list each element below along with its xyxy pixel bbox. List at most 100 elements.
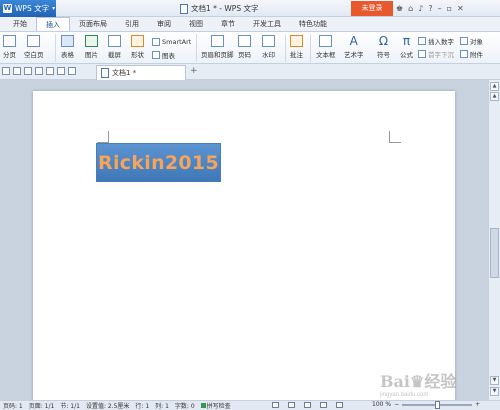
zoom-slider[interactable] bbox=[402, 400, 473, 409]
tab-insert[interactable]: 插入 bbox=[36, 17, 70, 31]
insert-number-button[interactable]: 插入数字 bbox=[418, 36, 454, 46]
picture-button[interactable]: 图片 bbox=[85, 35, 98, 59]
restore-icon[interactable]: ▫ bbox=[447, 4, 452, 13]
text-box[interactable]: Rickin2015 bbox=[96, 143, 221, 182]
table-button[interactable]: 表格 bbox=[61, 35, 74, 59]
outline-view-icon[interactable] bbox=[304, 402, 311, 408]
watermark-icon bbox=[262, 35, 275, 47]
status-page: 页码: 1 bbox=[3, 403, 23, 410]
comment-button[interactable]: 批注 bbox=[290, 35, 303, 59]
drop-cap-label: 首字下沉 bbox=[428, 51, 454, 59]
quick-access-icons bbox=[2, 67, 76, 75]
save-icon[interactable] bbox=[13, 67, 21, 75]
scroll-up-icon[interactable]: ▲ bbox=[490, 82, 499, 91]
watermark-button[interactable]: 水印 bbox=[262, 35, 275, 59]
zoom-out-icon[interactable]: − bbox=[394, 401, 399, 408]
picture-label: 图片 bbox=[85, 51, 98, 59]
drop-cap-button[interactable]: 首字下沉 bbox=[418, 49, 454, 59]
close-icon[interactable]: ✕ bbox=[457, 4, 464, 13]
status-section: 节: 1/1 bbox=[60, 403, 80, 410]
chevron-down-icon: ▾ bbox=[52, 5, 56, 12]
menu-bar: 开始 插入 页面布局 引用 审阅 视图 章节 开发工具 特色功能 bbox=[0, 17, 500, 32]
chart-label: 图表 bbox=[162, 52, 175, 60]
ribbon-divider bbox=[285, 34, 286, 62]
tab-page-layout[interactable]: 页面布局 bbox=[70, 17, 116, 31]
open-icon[interactable] bbox=[2, 67, 10, 75]
blank-page-button[interactable]: 空白页 bbox=[24, 35, 44, 59]
shape-icon bbox=[131, 35, 144, 47]
shirt-icon[interactable]: ♚ bbox=[396, 4, 403, 13]
save-as-icon[interactable] bbox=[24, 67, 32, 75]
help-icon[interactable]: ? bbox=[428, 4, 432, 13]
page-view-icon[interactable] bbox=[288, 402, 295, 408]
page-number-label: 页码 bbox=[238, 51, 251, 59]
preview-icon[interactable] bbox=[46, 67, 54, 75]
tab-view[interactable]: 视图 bbox=[180, 17, 212, 31]
picture-icon bbox=[85, 35, 98, 47]
scroll-thumb[interactable] bbox=[490, 228, 499, 278]
smartart-button[interactable]: SmartArt bbox=[152, 38, 191, 46]
header-footer-label: 页眉和页脚 bbox=[201, 51, 234, 59]
tab-references[interactable]: 引用 bbox=[116, 17, 148, 31]
formula-button[interactable]: π 公式 bbox=[400, 35, 413, 59]
scroll-top-icon[interactable]: ▲ bbox=[490, 92, 499, 101]
zoom-slider-knob[interactable] bbox=[434, 400, 440, 409]
scroll-down-icon[interactable]: ▼ bbox=[490, 376, 499, 385]
watermark-main: Bai♛经验 bbox=[380, 372, 457, 391]
ribbon-divider bbox=[310, 34, 311, 62]
zoom-in-icon[interactable]: + bbox=[475, 401, 480, 408]
vertical-scrollbar[interactable]: ▲ ▲ ▼ ▼ bbox=[488, 80, 500, 400]
formula-label: 公式 bbox=[400, 51, 413, 59]
home-icon[interactable]: ⌂ bbox=[408, 4, 413, 13]
zoom-control: 100 % − + bbox=[372, 400, 480, 409]
undo-icon[interactable] bbox=[57, 67, 65, 75]
bell-icon[interactable]: ♪ bbox=[418, 4, 423, 13]
login-button[interactable]: 未登录 bbox=[351, 1, 393, 16]
document-icon bbox=[180, 3, 188, 14]
header-footer-button[interactable]: 页眉和页脚 bbox=[201, 35, 234, 59]
zoom-level[interactable]: 100 % bbox=[372, 401, 391, 408]
tab-special[interactable]: 特色功能 bbox=[290, 17, 336, 31]
status-words[interactable]: 字数: 0 bbox=[175, 401, 195, 410]
status-col: 列: 1 bbox=[155, 403, 169, 410]
page-number-button[interactable]: 页码 bbox=[238, 35, 251, 59]
tab-start[interactable]: 开始 bbox=[4, 17, 36, 31]
tab-chapter[interactable]: 章节 bbox=[212, 17, 244, 31]
document-workspace: Rickin2015 bbox=[0, 80, 488, 400]
new-tab-icon[interactable]: + bbox=[190, 66, 198, 76]
symbol-button[interactable]: Ω 符号 bbox=[377, 35, 390, 59]
spell-check[interactable]: 拼写检查 bbox=[200, 401, 231, 410]
status-row: 行: 1 bbox=[135, 403, 150, 410]
scroll-bottom-icon[interactable]: ▼ bbox=[490, 387, 499, 396]
shape-button[interactable]: 形状 bbox=[131, 35, 144, 59]
print-icon[interactable] bbox=[35, 67, 43, 75]
margin-corner-marker bbox=[389, 131, 401, 143]
redo-icon[interactable] bbox=[68, 67, 76, 75]
spell-check-label: 拼写检查 bbox=[206, 403, 231, 410]
attachment-button[interactable]: 附件 bbox=[460, 49, 483, 59]
document-tab[interactable]: 文档1 * bbox=[96, 65, 186, 80]
scissors-icon bbox=[108, 35, 121, 47]
full-screen-view-icon[interactable] bbox=[272, 402, 279, 408]
tab-developer[interactable]: 开发工具 bbox=[244, 17, 290, 31]
app-menu-button[interactable]: W WPS 文字 ▾ bbox=[0, 0, 56, 17]
tab-review[interactable]: 审阅 bbox=[148, 17, 180, 31]
minimize-icon[interactable]: – bbox=[438, 4, 442, 13]
chart-button[interactable]: 图表 bbox=[152, 50, 175, 60]
screenshot-button[interactable]: 截屏 bbox=[108, 35, 121, 59]
object-button[interactable]: 对象 bbox=[460, 36, 483, 46]
drop-cap-icon bbox=[418, 50, 426, 58]
title-bar: W WPS 文字 ▾ 文档1 * - WPS 文字 未登录 ♚ ⌂ ♪ ? – … bbox=[0, 0, 500, 17]
wordart-button[interactable]: A 艺术字 bbox=[344, 35, 364, 59]
textbox-button[interactable]: 文本框 bbox=[316, 35, 336, 59]
page-break-button[interactable]: 分页 bbox=[3, 35, 16, 59]
omega-icon: Ω bbox=[378, 34, 389, 48]
document-page[interactable]: Rickin2015 bbox=[33, 91, 455, 400]
shape-label: 形状 bbox=[131, 51, 144, 59]
reading-view-icon[interactable] bbox=[336, 402, 343, 408]
symbol-label: 符号 bbox=[377, 51, 390, 59]
watermark-sub: jingyan.baidu.com bbox=[380, 392, 429, 398]
object-label: 对象 bbox=[470, 38, 483, 46]
ribbon-divider bbox=[55, 34, 56, 62]
web-view-icon[interactable] bbox=[320, 402, 327, 408]
